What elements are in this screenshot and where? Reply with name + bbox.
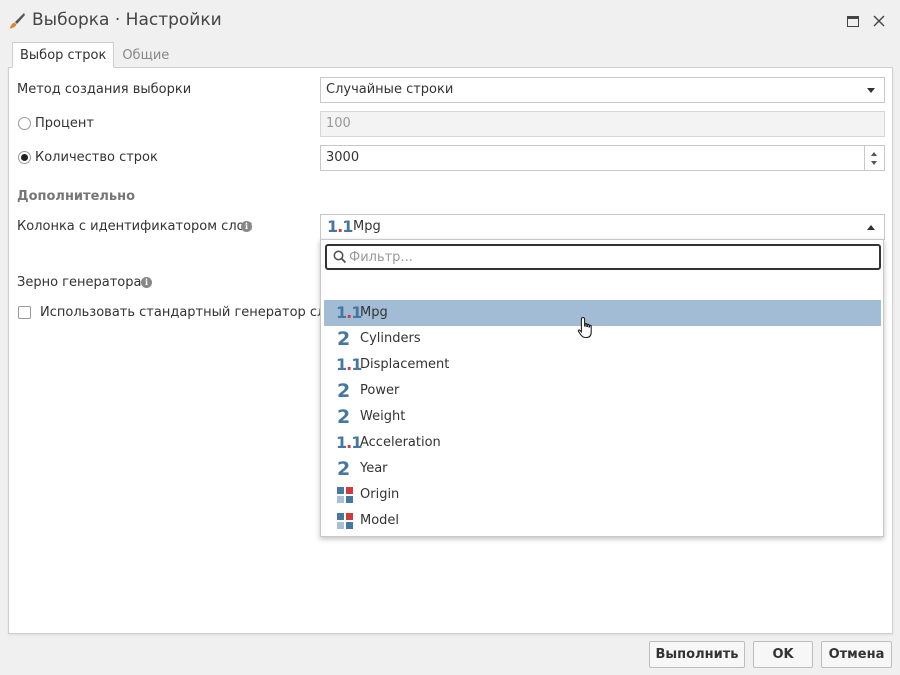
percent-radio[interactable] [18,117,31,130]
filter-box[interactable] [325,244,881,270]
layer-column-select[interactable]: 1.1 Mpg [320,214,885,240]
percent-input-value: 100 [326,116,351,131]
decimal-type-icon: 1.1 [336,433,362,452]
integer-type-icon: 2 [337,328,351,350]
option-label: Model [360,513,400,528]
decimal-type-icon: 1.1 [336,355,362,374]
method-select[interactable]: Случайные строки [320,77,885,103]
option-label: Acceleration [360,435,441,450]
option-label: Weight [360,409,406,424]
std-generator-checkbox[interactable] [18,306,31,319]
layer-column-value: Mpg [353,219,381,234]
chevron-up-icon [867,225,875,230]
maximize-icon[interactable] [843,11,863,31]
rows-count-radio[interactable] [18,151,31,164]
decimal-type-icon: 1.1 [336,303,362,322]
option-weight[interactable]: 2 Weight [324,404,881,430]
category-type-icon [336,512,356,530]
rows-count-label: Количество строк [35,150,158,165]
percent-input: 100 [320,111,885,137]
tab-general[interactable]: Общие [114,42,177,68]
info-icon[interactable]: i [141,277,152,288]
run-button[interactable]: Выполнить [649,641,745,668]
rows-count-input[interactable]: 3000 [320,145,885,171]
option-year[interactable]: 2 Year [324,456,881,482]
option-displacement[interactable]: 1.1 Displacement [324,352,881,378]
filter-input[interactable] [349,248,869,266]
option-label: Year [360,461,388,476]
additional-heading: Дополнительно [17,189,136,204]
category-type-icon [336,486,356,504]
integer-type-icon: 2 [337,406,351,428]
option-acceleration[interactable]: 1.1 Acceleration [324,430,881,456]
layer-column-label: Колонка с идентификатором слоя [17,219,253,234]
option-label: Origin [360,487,400,502]
option-label: Cylinders [360,331,421,346]
tab-row-selection[interactable]: Выбор строк [12,42,115,68]
ok-button[interactable]: OK [753,641,813,668]
decimal-type-icon: 1.1 [327,217,353,236]
option-label: Power [360,383,400,398]
search-icon [333,250,347,268]
stepper-up-icon[interactable] [871,152,877,156]
option-cylinders[interactable]: 2 Cylinders [324,326,881,352]
rows-count-stepper[interactable] [864,146,884,170]
window-title: Выборка · Настройки [32,10,222,30]
hand-cursor-icon [577,316,595,344]
chevron-down-icon [867,88,875,93]
option-label: Mpg [360,305,388,320]
std-generator-label: Использовать стандартный генератор случа [40,305,349,320]
stepper-down-icon[interactable] [871,161,877,165]
option-origin[interactable]: Origin [324,482,881,508]
cancel-button[interactable]: Отмена [821,641,892,668]
brush-icon [8,12,26,30]
option-model[interactable]: Model [324,508,881,534]
option-label: Displacement [360,357,450,372]
integer-type-icon: 2 [337,458,351,480]
seed-label: Зерно генератора [17,275,142,290]
method-select-value: Случайные строки [326,82,454,97]
info-icon[interactable]: i [241,221,252,232]
title-bar: Выборка · Настройки [0,0,900,42]
close-icon[interactable] [869,11,889,31]
option-mpg[interactable]: 1.1 Mpg [324,300,881,326]
option-power[interactable]: 2 Power [324,378,881,404]
column-dropdown-list: 1.1 Mpg 2 Cylinders 1.1 Displacement 2 P… [320,239,884,537]
rows-count-value: 3000 [326,150,360,165]
integer-type-icon: 2 [337,380,351,402]
percent-label: Процент [35,116,94,131]
method-label: Метод создания выборки [17,82,192,97]
tab-bar: Выбор строк Общие [12,42,177,68]
